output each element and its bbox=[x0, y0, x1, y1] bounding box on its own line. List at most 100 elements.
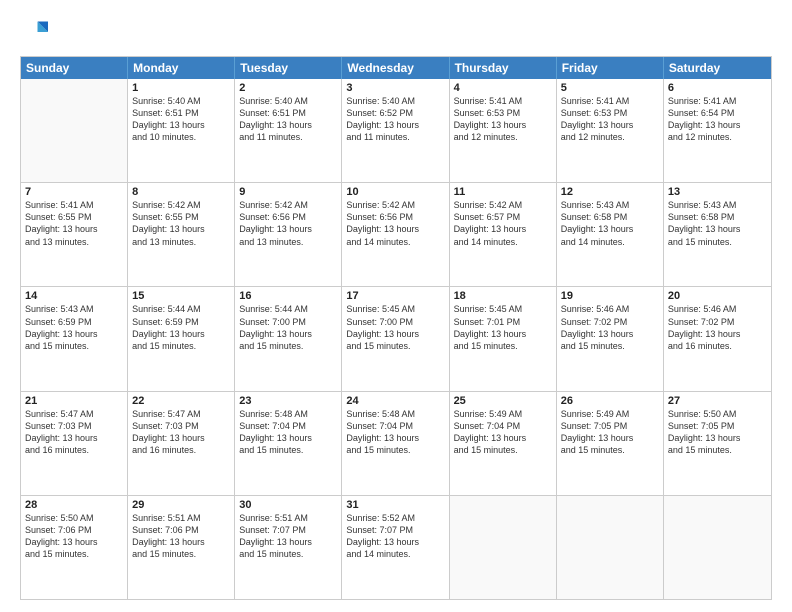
day-number: 8 bbox=[132, 186, 230, 198]
day-number: 1 bbox=[132, 82, 230, 94]
calendar-cell bbox=[664, 496, 771, 599]
day-number: 19 bbox=[561, 290, 659, 302]
page: SundayMondayTuesdayWednesdayThursdayFrid… bbox=[0, 0, 792, 612]
day-number: 17 bbox=[346, 290, 444, 302]
day-info: Sunrise: 5:41 AM Sunset: 6:54 PM Dayligh… bbox=[668, 95, 767, 144]
day-info: Sunrise: 5:49 AM Sunset: 7:04 PM Dayligh… bbox=[454, 408, 552, 457]
calendar-week-4: 21Sunrise: 5:47 AM Sunset: 7:03 PM Dayli… bbox=[21, 391, 771, 495]
calendar-cell: 19Sunrise: 5:46 AM Sunset: 7:02 PM Dayli… bbox=[557, 287, 664, 390]
calendar-cell: 17Sunrise: 5:45 AM Sunset: 7:00 PM Dayli… bbox=[342, 287, 449, 390]
day-info: Sunrise: 5:48 AM Sunset: 7:04 PM Dayligh… bbox=[346, 408, 444, 457]
day-number: 30 bbox=[239, 499, 337, 511]
day-info: Sunrise: 5:40 AM Sunset: 6:52 PM Dayligh… bbox=[346, 95, 444, 144]
calendar-cell: 3Sunrise: 5:40 AM Sunset: 6:52 PM Daylig… bbox=[342, 79, 449, 182]
day-number: 23 bbox=[239, 395, 337, 407]
day-info: Sunrise: 5:46 AM Sunset: 7:02 PM Dayligh… bbox=[561, 303, 659, 352]
header-day-saturday: Saturday bbox=[664, 57, 771, 79]
day-number: 27 bbox=[668, 395, 767, 407]
calendar-cell: 13Sunrise: 5:43 AM Sunset: 6:58 PM Dayli… bbox=[664, 183, 771, 286]
day-info: Sunrise: 5:47 AM Sunset: 7:03 PM Dayligh… bbox=[25, 408, 123, 457]
day-info: Sunrise: 5:45 AM Sunset: 7:00 PM Dayligh… bbox=[346, 303, 444, 352]
calendar-cell: 20Sunrise: 5:46 AM Sunset: 7:02 PM Dayli… bbox=[664, 287, 771, 390]
day-number: 9 bbox=[239, 186, 337, 198]
calendar-cell: 21Sunrise: 5:47 AM Sunset: 7:03 PM Dayli… bbox=[21, 392, 128, 495]
header bbox=[20, 18, 772, 46]
calendar-body: 1Sunrise: 5:40 AM Sunset: 6:51 PM Daylig… bbox=[21, 79, 771, 599]
calendar-cell: 15Sunrise: 5:44 AM Sunset: 6:59 PM Dayli… bbox=[128, 287, 235, 390]
day-info: Sunrise: 5:49 AM Sunset: 7:05 PM Dayligh… bbox=[561, 408, 659, 457]
day-info: Sunrise: 5:46 AM Sunset: 7:02 PM Dayligh… bbox=[668, 303, 767, 352]
calendar-cell: 11Sunrise: 5:42 AM Sunset: 6:57 PM Dayli… bbox=[450, 183, 557, 286]
day-info: Sunrise: 5:41 AM Sunset: 6:53 PM Dayligh… bbox=[454, 95, 552, 144]
day-number: 22 bbox=[132, 395, 230, 407]
day-number: 24 bbox=[346, 395, 444, 407]
day-number: 5 bbox=[561, 82, 659, 94]
day-info: Sunrise: 5:40 AM Sunset: 6:51 PM Dayligh… bbox=[132, 95, 230, 144]
calendar-week-2: 7Sunrise: 5:41 AM Sunset: 6:55 PM Daylig… bbox=[21, 182, 771, 286]
header-day-tuesday: Tuesday bbox=[235, 57, 342, 79]
day-info: Sunrise: 5:40 AM Sunset: 6:51 PM Dayligh… bbox=[239, 95, 337, 144]
calendar-cell: 8Sunrise: 5:42 AM Sunset: 6:55 PM Daylig… bbox=[128, 183, 235, 286]
day-info: Sunrise: 5:42 AM Sunset: 6:55 PM Dayligh… bbox=[132, 199, 230, 248]
header-day-monday: Monday bbox=[128, 57, 235, 79]
calendar-cell: 1Sunrise: 5:40 AM Sunset: 6:51 PM Daylig… bbox=[128, 79, 235, 182]
day-number: 4 bbox=[454, 82, 552, 94]
day-number: 10 bbox=[346, 186, 444, 198]
day-info: Sunrise: 5:41 AM Sunset: 6:53 PM Dayligh… bbox=[561, 95, 659, 144]
logo-icon bbox=[20, 18, 48, 46]
day-info: Sunrise: 5:50 AM Sunset: 7:06 PM Dayligh… bbox=[25, 512, 123, 561]
day-number: 26 bbox=[561, 395, 659, 407]
calendar-cell: 18Sunrise: 5:45 AM Sunset: 7:01 PM Dayli… bbox=[450, 287, 557, 390]
day-info: Sunrise: 5:51 AM Sunset: 7:07 PM Dayligh… bbox=[239, 512, 337, 561]
calendar-cell bbox=[557, 496, 664, 599]
day-info: Sunrise: 5:42 AM Sunset: 6:57 PM Dayligh… bbox=[454, 199, 552, 248]
day-info: Sunrise: 5:43 AM Sunset: 6:58 PM Dayligh… bbox=[668, 199, 767, 248]
calendar-cell: 5Sunrise: 5:41 AM Sunset: 6:53 PM Daylig… bbox=[557, 79, 664, 182]
calendar-cell: 28Sunrise: 5:50 AM Sunset: 7:06 PM Dayli… bbox=[21, 496, 128, 599]
calendar-cell bbox=[450, 496, 557, 599]
day-number: 12 bbox=[561, 186, 659, 198]
calendar-cell: 16Sunrise: 5:44 AM Sunset: 7:00 PM Dayli… bbox=[235, 287, 342, 390]
day-info: Sunrise: 5:51 AM Sunset: 7:06 PM Dayligh… bbox=[132, 512, 230, 561]
calendar-cell: 24Sunrise: 5:48 AM Sunset: 7:04 PM Dayli… bbox=[342, 392, 449, 495]
calendar-cell: 10Sunrise: 5:42 AM Sunset: 6:56 PM Dayli… bbox=[342, 183, 449, 286]
calendar-cell: 31Sunrise: 5:52 AM Sunset: 7:07 PM Dayli… bbox=[342, 496, 449, 599]
header-day-friday: Friday bbox=[557, 57, 664, 79]
day-number: 21 bbox=[25, 395, 123, 407]
day-info: Sunrise: 5:42 AM Sunset: 6:56 PM Dayligh… bbox=[346, 199, 444, 248]
calendar-week-5: 28Sunrise: 5:50 AM Sunset: 7:06 PM Dayli… bbox=[21, 495, 771, 599]
day-number: 25 bbox=[454, 395, 552, 407]
day-number: 7 bbox=[25, 186, 123, 198]
day-info: Sunrise: 5:41 AM Sunset: 6:55 PM Dayligh… bbox=[25, 199, 123, 248]
calendar-cell: 12Sunrise: 5:43 AM Sunset: 6:58 PM Dayli… bbox=[557, 183, 664, 286]
calendar-week-3: 14Sunrise: 5:43 AM Sunset: 6:59 PM Dayli… bbox=[21, 286, 771, 390]
calendar-cell: 14Sunrise: 5:43 AM Sunset: 6:59 PM Dayli… bbox=[21, 287, 128, 390]
calendar-cell: 7Sunrise: 5:41 AM Sunset: 6:55 PM Daylig… bbox=[21, 183, 128, 286]
calendar-cell: 27Sunrise: 5:50 AM Sunset: 7:05 PM Dayli… bbox=[664, 392, 771, 495]
day-info: Sunrise: 5:42 AM Sunset: 6:56 PM Dayligh… bbox=[239, 199, 337, 248]
day-info: Sunrise: 5:44 AM Sunset: 6:59 PM Dayligh… bbox=[132, 303, 230, 352]
calendar-cell: 2Sunrise: 5:40 AM Sunset: 6:51 PM Daylig… bbox=[235, 79, 342, 182]
day-number: 11 bbox=[454, 186, 552, 198]
day-number: 20 bbox=[668, 290, 767, 302]
logo bbox=[20, 18, 52, 46]
calendar-week-1: 1Sunrise: 5:40 AM Sunset: 6:51 PM Daylig… bbox=[21, 79, 771, 182]
day-number: 16 bbox=[239, 290, 337, 302]
day-number: 14 bbox=[25, 290, 123, 302]
day-info: Sunrise: 5:47 AM Sunset: 7:03 PM Dayligh… bbox=[132, 408, 230, 457]
calendar-cell: 25Sunrise: 5:49 AM Sunset: 7:04 PM Dayli… bbox=[450, 392, 557, 495]
day-number: 3 bbox=[346, 82, 444, 94]
day-info: Sunrise: 5:52 AM Sunset: 7:07 PM Dayligh… bbox=[346, 512, 444, 561]
calendar-cell bbox=[21, 79, 128, 182]
header-day-thursday: Thursday bbox=[450, 57, 557, 79]
day-number: 15 bbox=[132, 290, 230, 302]
day-info: Sunrise: 5:45 AM Sunset: 7:01 PM Dayligh… bbox=[454, 303, 552, 352]
day-number: 29 bbox=[132, 499, 230, 511]
calendar-cell: 22Sunrise: 5:47 AM Sunset: 7:03 PM Dayli… bbox=[128, 392, 235, 495]
calendar-cell: 23Sunrise: 5:48 AM Sunset: 7:04 PM Dayli… bbox=[235, 392, 342, 495]
header-day-wednesday: Wednesday bbox=[342, 57, 449, 79]
calendar-cell: 6Sunrise: 5:41 AM Sunset: 6:54 PM Daylig… bbox=[664, 79, 771, 182]
day-info: Sunrise: 5:43 AM Sunset: 6:58 PM Dayligh… bbox=[561, 199, 659, 248]
calendar-cell: 4Sunrise: 5:41 AM Sunset: 6:53 PM Daylig… bbox=[450, 79, 557, 182]
day-info: Sunrise: 5:43 AM Sunset: 6:59 PM Dayligh… bbox=[25, 303, 123, 352]
